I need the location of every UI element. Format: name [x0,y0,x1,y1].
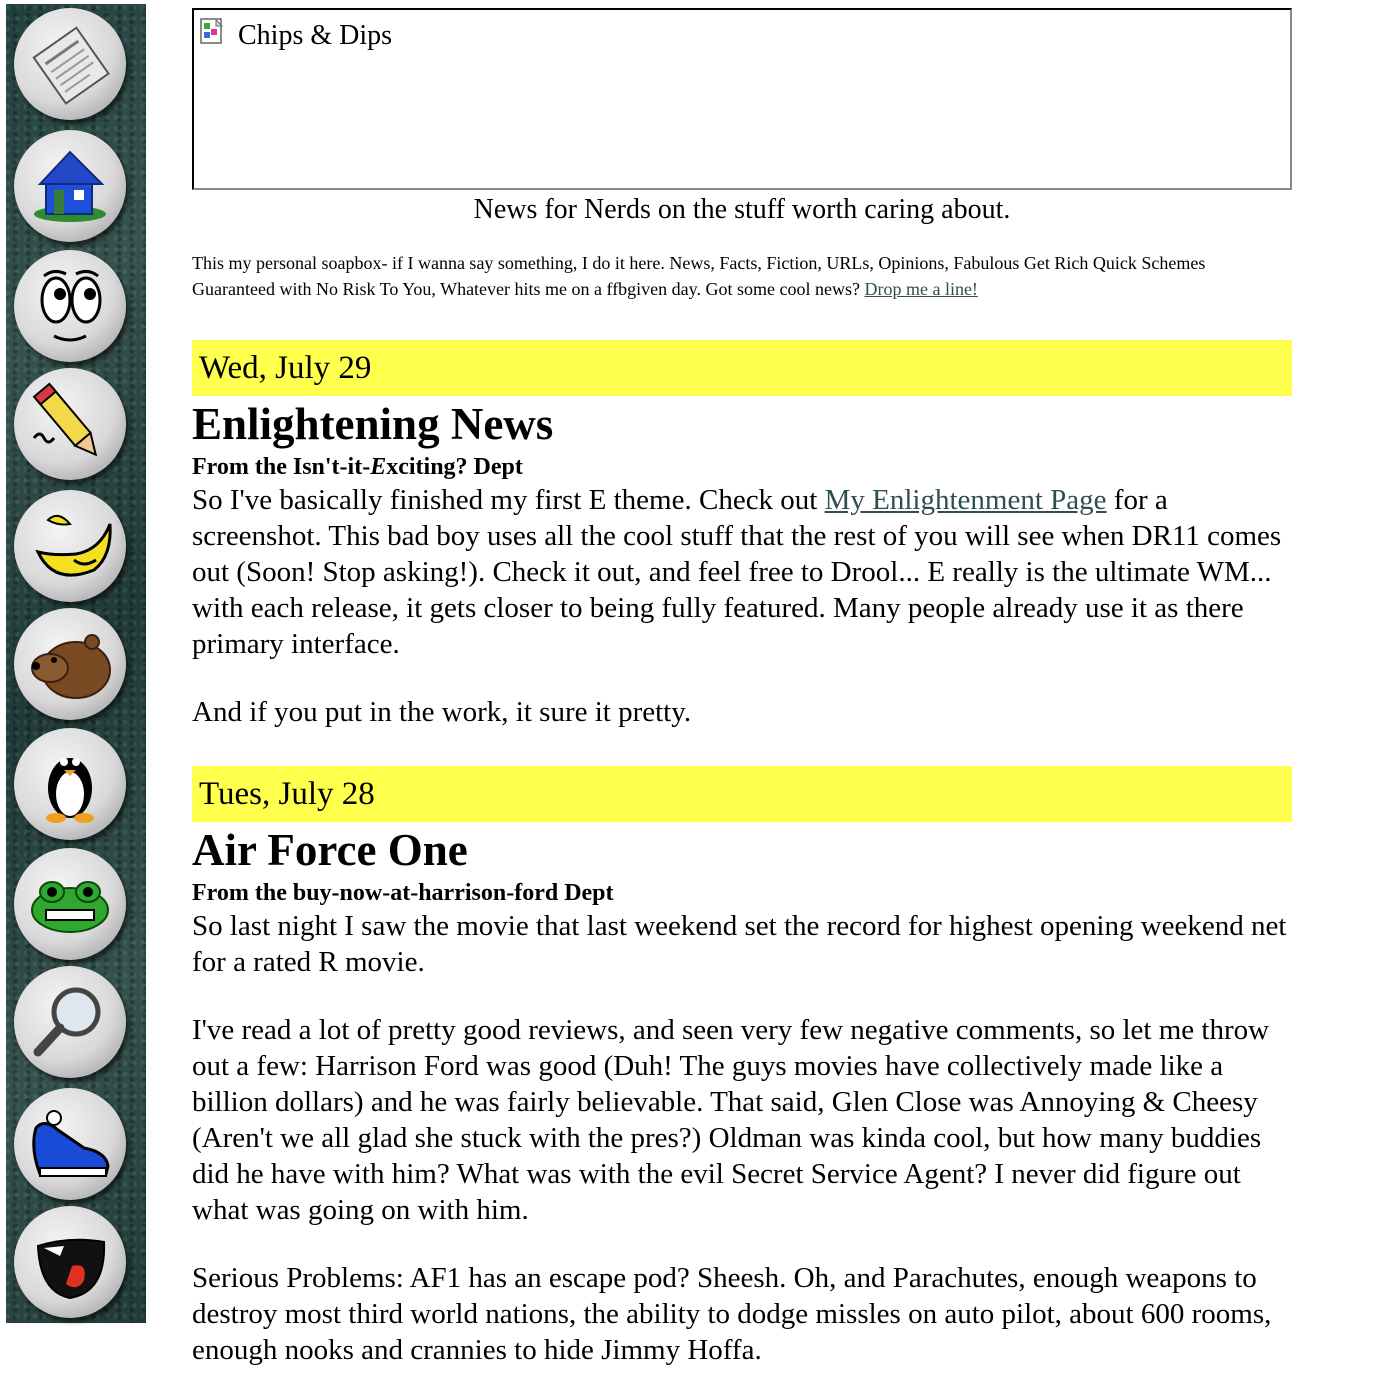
post-paragraph: And if you put in the work, it sure it p… [192,696,692,728]
post-paragraph: I've read a lot of pretty good reviews, … [192,1014,1270,1226]
newspaper-icon [32,26,110,105]
nav-eyes-button[interactable] [14,250,126,362]
post-title: Enlightening News [192,399,554,449]
mouth-icon [36,1238,106,1300]
post: Tues, July 28 Air Force One From the buy… [192,766,1292,1368]
banner-alt-text: Chips & Dips [238,20,393,51]
nav-linux-button[interactable] [14,728,126,840]
main-content: Chips & Dips News for Nerds on the stuff… [192,8,1292,1368]
sidebar-nav [6,4,146,1323]
nav-pencil-button[interactable] [14,368,126,480]
post-paragraph: So last night I saw the movie that last … [192,910,1287,978]
sneaker-icon [32,1110,110,1177]
nav-sneaker-button[interactable] [14,1088,126,1200]
paragraph-text: So I've basically finished my first E th… [192,484,825,516]
post-dept: From the Isn't-it-Exciting? Dept [192,452,1292,482]
nav-mouth-button[interactable] [14,1206,126,1318]
tux-penguin-icon [46,758,94,823]
broken-image-icon [200,18,224,44]
banana-icon [35,514,112,577]
nav-frog-button[interactable] [14,848,126,960]
enlightenment-page-link[interactable]: My Enlightenment Page [825,484,1107,516]
bear-icon [31,634,111,699]
post-paragraph: Serious Problems: AF1 has an escape pod?… [192,1262,1272,1366]
eyes-face-icon [40,269,102,342]
nav-search-button[interactable] [14,966,126,1078]
nav-newspaper-button[interactable] [14,8,126,120]
nav-bear-button[interactable] [14,608,126,720]
post-dept: From the buy-now-at-harrison-ford Dept [192,880,614,906]
magnifier-icon [33,987,101,1057]
intro-text: This my personal soapbox- if I wanna say… [192,250,1272,302]
post-date: Wed, July 29 [192,340,1292,396]
post-date: Tues, July 28 [192,766,1292,822]
dept-text: xciting? Dept [386,454,523,480]
dept-text: From the Isn't-it- [192,454,371,480]
intro-body: This my personal soapbox- if I wanna say… [192,253,1206,299]
home-icon [34,150,106,222]
nav-banana-button[interactable] [14,490,126,602]
post: Wed, July 29 Enlightening News From the … [192,340,1292,730]
pencil-icon [32,382,98,457]
site-tagline: News for Nerds on the stuff worth caring… [473,194,1011,225]
nav-home-button[interactable] [14,130,126,242]
banner-image: Chips & Dips [192,8,1292,190]
frog-icon [31,881,109,933]
dept-emphasis: E [370,454,387,480]
post-paragraph: So I've basically finished my first E th… [192,482,1287,662]
contact-link[interactable]: Drop me a line! [864,279,977,299]
post-title: Air Force One [192,825,468,875]
